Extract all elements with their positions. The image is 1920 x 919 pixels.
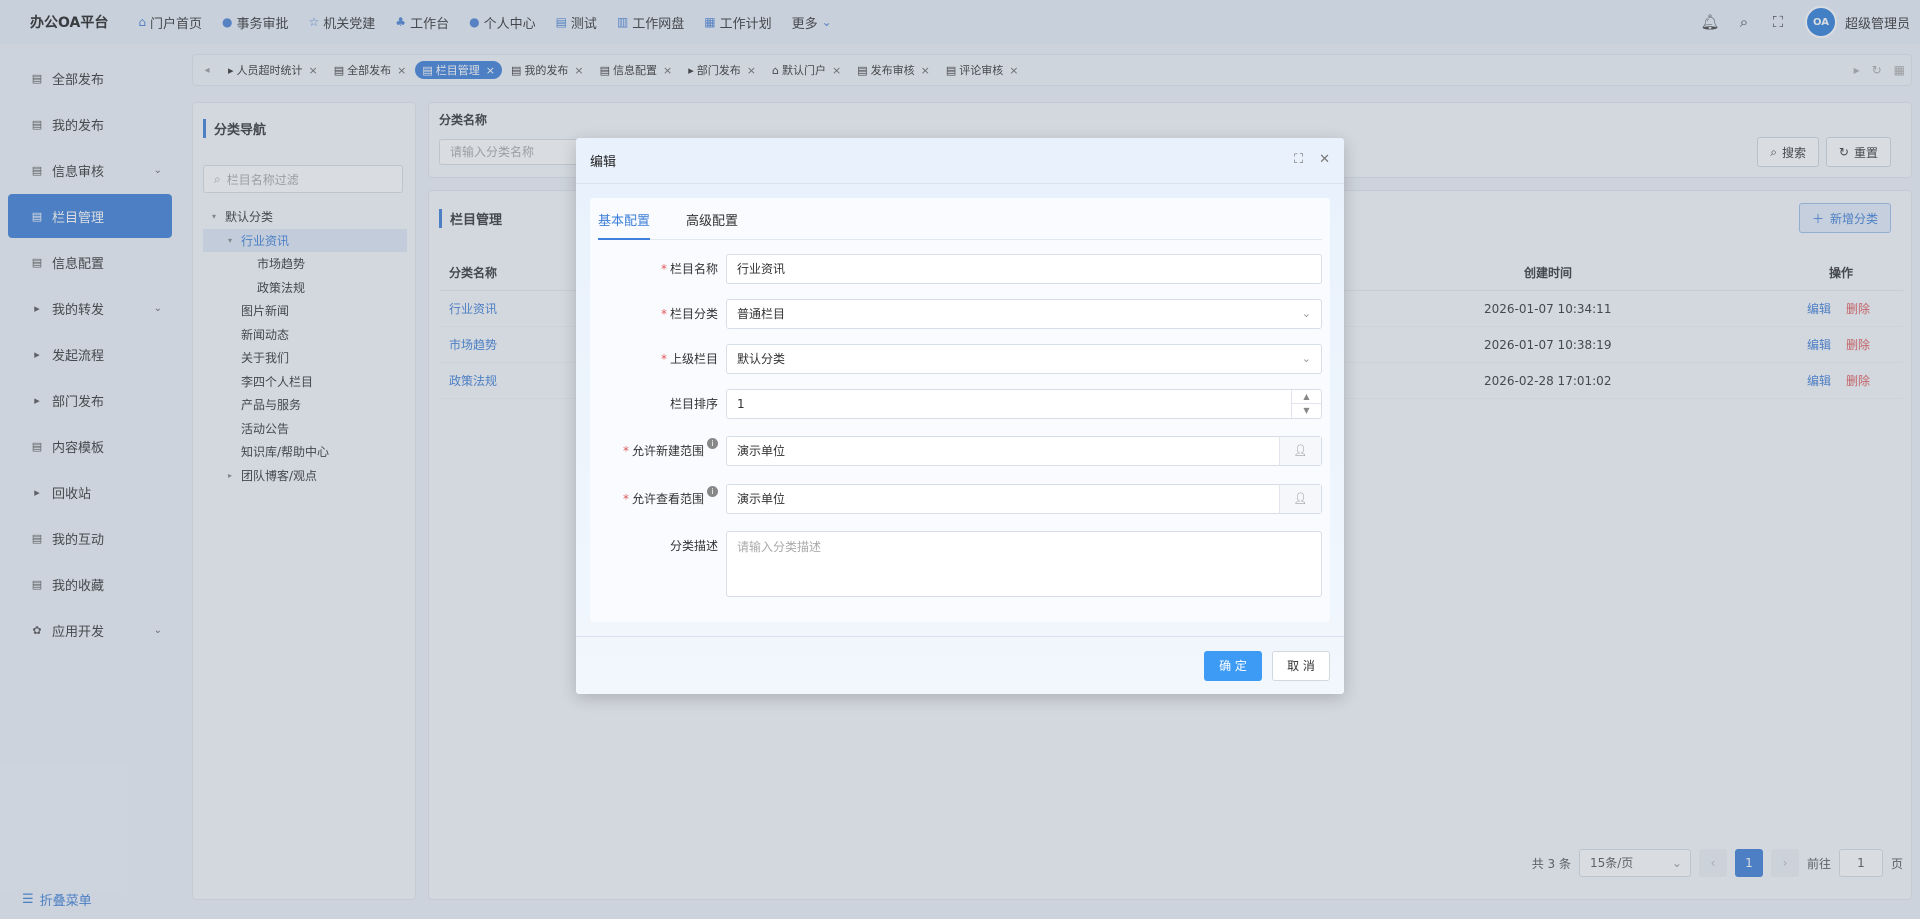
increment-icon[interactable]: ▲ bbox=[1292, 390, 1321, 404]
field-label: * 栏目分类 bbox=[660, 307, 718, 321]
tab-basic-config[interactable]: 基本配置 bbox=[598, 212, 651, 240]
create-scope-input[interactable]: 演示单位 👤︎ bbox=[726, 436, 1322, 466]
field-label: * 栏目名称 bbox=[660, 262, 718, 276]
edit-dialog: 编辑 ⛶ ✕ 基本配置 高级配置 * 栏目名称 行业资讯 * 栏目分类 普通栏目 ⌄ … bbox=[576, 138, 1344, 694]
close-icon[interactable]: ✕ bbox=[1319, 152, 1330, 167]
parent-column-value: 默认分类 bbox=[737, 352, 786, 366]
maximize-icon[interactable]: ⛶ bbox=[1294, 152, 1303, 167]
chevron-down-icon: ⌄ bbox=[1301, 307, 1311, 320]
dialog-body: 基本配置 高级配置 * 栏目名称 行业资讯 * 栏目分类 普通栏目 ⌄ * 上级栏目 默… bbox=[590, 198, 1330, 622]
form-row-desc: 分类描述 请输入分类描述 bbox=[590, 530, 1330, 597]
dialog-tabs: 基本配置 高级配置 bbox=[598, 212, 1322, 240]
column-name-input[interactable]: 行业资讯 bbox=[726, 254, 1322, 284]
field-label: * 允许查看范围i bbox=[623, 483, 718, 515]
parent-column-select[interactable]: 默认分类 ⌄ bbox=[726, 344, 1322, 374]
column-order-value: 1 bbox=[737, 397, 745, 411]
column-order-stepper[interactable]: 1 ▲ ▼ bbox=[726, 389, 1322, 419]
form-row-category: * 栏目分类 普通栏目 ⌄ bbox=[590, 298, 1330, 330]
field-label: * 上级栏目 bbox=[660, 352, 718, 366]
decrement-icon[interactable]: ▼ bbox=[1292, 404, 1321, 418]
dialog-header: 编辑 ⛶ ✕ bbox=[576, 138, 1344, 184]
view-scope-value: 演示单位 bbox=[737, 492, 786, 506]
dialog-footer: 确 定 取 消 bbox=[576, 636, 1344, 694]
form-row-name: * 栏目名称 行业资讯 bbox=[590, 253, 1330, 285]
form-row-parent: * 上级栏目 默认分类 ⌄ bbox=[590, 343, 1330, 375]
confirm-button[interactable]: 确 定 bbox=[1204, 651, 1262, 681]
category-desc-textarea[interactable]: 请输入分类描述 bbox=[726, 531, 1322, 597]
form-row-order: 栏目排序 1 ▲ ▼ bbox=[590, 388, 1330, 420]
user-picker-icon[interactable]: 👤︎ bbox=[1279, 485, 1321, 513]
create-scope-value: 演示单位 bbox=[737, 444, 786, 458]
field-label: * 允许新建范围i bbox=[623, 435, 718, 467]
info-icon[interactable]: i bbox=[707, 486, 718, 497]
tab-advanced-config[interactable]: 高级配置 bbox=[686, 212, 738, 240]
dialog-title: 编辑 bbox=[590, 155, 617, 170]
field-label: 栏目排序 bbox=[669, 397, 718, 411]
info-icon[interactable]: i bbox=[707, 438, 718, 449]
form-row-create-scope: * 允许新建范围i 演示单位 👤︎ bbox=[590, 435, 1330, 467]
column-category-select[interactable]: 普通栏目 ⌄ bbox=[726, 299, 1322, 329]
user-picker-icon[interactable]: 👤︎ bbox=[1279, 437, 1321, 465]
cancel-button[interactable]: 取 消 bbox=[1272, 651, 1330, 681]
view-scope-input[interactable]: 演示单位 👤︎ bbox=[726, 484, 1322, 514]
chevron-down-icon: ⌄ bbox=[1301, 352, 1311, 365]
form-row-view-scope: * 允许查看范围i 演示单位 👤︎ bbox=[590, 483, 1330, 515]
column-category-value: 普通栏目 bbox=[737, 307, 786, 321]
field-label: 分类描述 bbox=[669, 539, 718, 553]
